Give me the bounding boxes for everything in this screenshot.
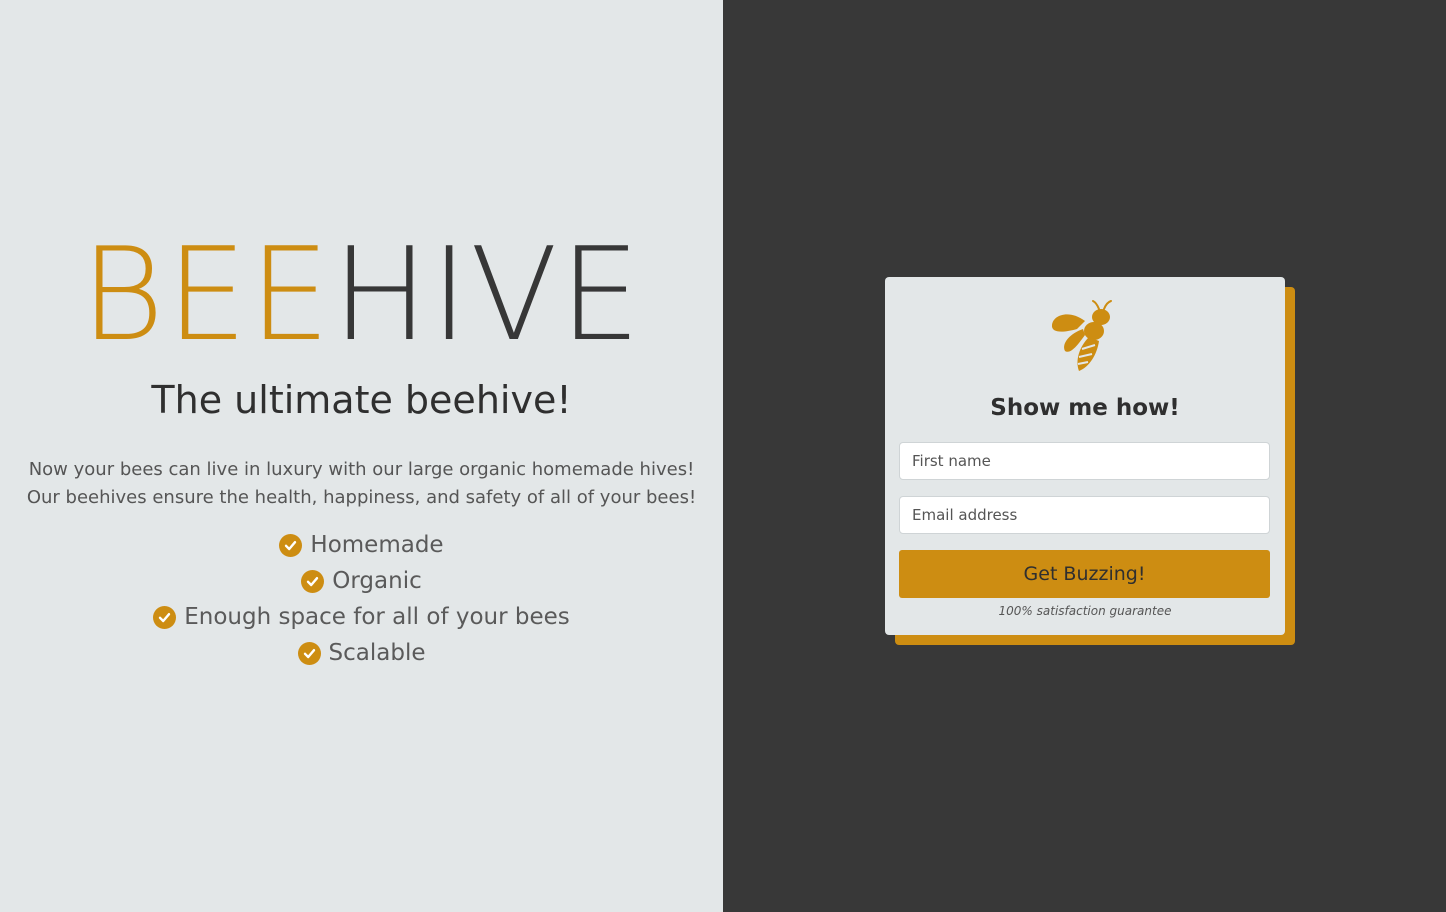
check-circle-icon [301, 569, 325, 593]
hero-tagline: The ultimate beehive! [151, 378, 572, 422]
first-name-input[interactable] [899, 442, 1270, 480]
beehive-logo: BEEHIVE [0, 232, 723, 360]
feature-item: Enough space for all of your bees [0, 599, 723, 635]
logo-bee-text: BEE [80, 221, 333, 370]
feature-list: Homemade Organic Enough space for all of… [0, 527, 723, 671]
check-circle-icon [153, 605, 177, 629]
check-circle-icon [297, 641, 321, 665]
feature-label: Organic [332, 568, 422, 594]
signup-card: Show me how! Get Buzzing! 100% satisfact… [885, 277, 1285, 635]
hero-description: Now your bees can live in luxury with ou… [26, 459, 697, 508]
feature-item: Organic [0, 563, 723, 599]
feature-label: Scalable [328, 640, 426, 666]
feature-label: Enough space for all of your bees [184, 604, 570, 630]
check-circle-icon [279, 533, 303, 557]
feature-item: Scalable [0, 635, 723, 671]
hero-panel: BEEHIVE The ultimate beehive! Now your b… [0, 0, 723, 912]
logo-hive-text: HIVE [332, 221, 643, 370]
signup-title: Show me how! [990, 395, 1180, 421]
feature-item: Homemade [0, 527, 723, 563]
get-buzzing-button[interactable]: Get Buzzing! [899, 550, 1270, 598]
email-input[interactable] [899, 496, 1270, 534]
signup-panel: Show me how! Get Buzzing! 100% satisfact… [723, 0, 1446, 912]
feature-label: Homemade [310, 532, 444, 558]
bee-icon [1049, 299, 1119, 373]
guarantee-note: 100% satisfaction guarantee [998, 604, 1172, 618]
